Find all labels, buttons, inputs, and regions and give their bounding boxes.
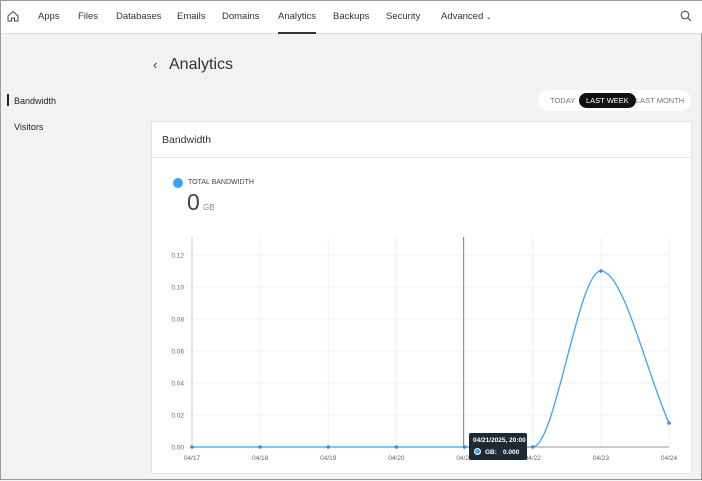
home-icon[interactable] xyxy=(7,10,19,22)
chart-tooltip: 04/21/2025, 20:00 GB: 0.000 xyxy=(469,433,527,460)
tooltip-dot-icon xyxy=(474,448,481,455)
nav-advanced-label: Advanced xyxy=(441,11,484,22)
total-value: 0 xyxy=(187,189,200,215)
range-last-month[interactable]: LAST MONTH xyxy=(636,96,684,105)
back-icon[interactable]: ‹ xyxy=(153,57,157,72)
range-last-week[interactable]: LAST WEEK xyxy=(579,93,636,108)
nav-files[interactable]: Files xyxy=(78,1,98,34)
nav-analytics[interactable]: Analytics xyxy=(278,1,317,34)
legend-dot-icon xyxy=(173,178,183,188)
nav-apps[interactable]: Apps xyxy=(38,1,60,34)
nav-domains[interactable]: Domains xyxy=(222,1,260,34)
card-title: Bandwidth xyxy=(152,122,691,158)
tooltip-label: GB: xyxy=(485,449,497,456)
nav-advanced[interactable]: Advanced ⌄ xyxy=(441,1,492,34)
chevron-down-icon: ⌄ xyxy=(485,14,492,21)
page-title: Analytics xyxy=(169,56,234,73)
nav-emails[interactable]: Emails xyxy=(177,1,206,34)
bandwidth-card: Bandwidth TOTAL BANDWIDTH 0 GB xyxy=(151,121,692,474)
nav-backups[interactable]: Backups xyxy=(333,1,369,34)
top-nav: Apps Files Databases Emails Domains Anal… xyxy=(1,1,702,34)
tooltip-date: 04/21/2025, 20:00 xyxy=(473,437,526,444)
sidebar-item-bandwidth[interactable]: Bandwidth xyxy=(6,94,56,106)
nav-databases[interactable]: Databases xyxy=(116,1,161,34)
sidebar-item-visitors[interactable]: Visitors xyxy=(14,122,43,132)
date-range-toggle: TODAY LAST WEEK LAST MONTH xyxy=(538,90,691,111)
range-today[interactable]: TODAY xyxy=(550,96,575,105)
search-icon[interactable] xyxy=(680,10,692,22)
tooltip-value: 0.000 xyxy=(503,449,520,456)
nav-security[interactable]: Security xyxy=(386,1,420,34)
total-unit: GB xyxy=(203,203,215,212)
legend-label: TOTAL BANDWIDTH xyxy=(188,179,254,186)
